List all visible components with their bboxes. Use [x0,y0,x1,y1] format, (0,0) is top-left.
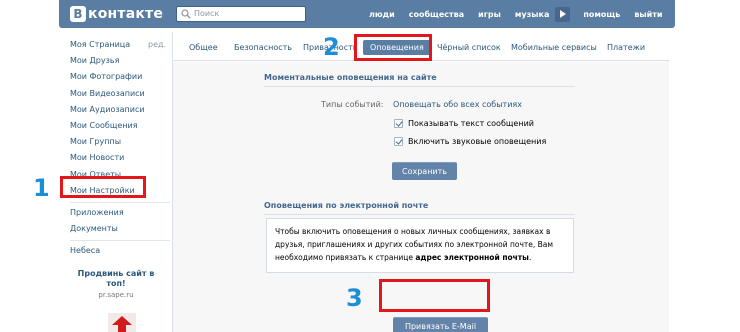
email-section-title: Оповещения по электронной почте [264,201,429,210]
highlight-notifications-tab [354,34,432,61]
step-number-2: 2 [323,33,340,61]
sidebar-item-groups[interactable]: Мои Группы [70,134,165,150]
tab-security[interactable]: Безопасность [234,43,292,52]
section-divider [264,86,575,87]
email-info-end: . [528,253,532,262]
search-icon [181,9,191,19]
tab-payments[interactable]: Платежи [607,43,645,52]
nav-logout[interactable]: выйти [634,10,662,19]
search-input[interactable]: Поиск [176,6,306,22]
top-nav: люди сообщества игры музыка помощь выйти [369,0,676,28]
email-info-bold: адрес электронной почты [415,253,529,262]
sidebar-item-friends[interactable]: Мои Друзья [70,53,165,69]
highlight-settings [60,176,146,198]
sidebar-item-documents[interactable]: Документы [70,221,165,237]
vk-logo-text: контакте [88,6,164,22]
promo-block[interactable]: Продвинь сайт в топ! pr.sape.ru [70,269,162,299]
nav-music[interactable]: музыка [515,10,549,19]
tab-general[interactable]: Общее [189,43,218,52]
play-icon[interactable] [555,6,571,22]
promo-title: Продвинь сайт в топ! [77,269,155,288]
sidebar-item-videos[interactable]: Мои Видеозаписи [70,86,165,102]
sidebar-item-audio[interactable]: Мои Аудиозаписи [70,102,165,118]
link-email-button[interactable]: Привязать E-Mail [393,317,488,332]
sidebar-item-photos[interactable]: Мои Фотографии [70,69,165,85]
sidebar-item-apps[interactable]: Приложения [70,205,165,221]
save-button[interactable]: Сохранить [392,162,457,180]
promo-site: pr.sape.ru [98,291,134,299]
promo-arrow-icon [108,313,136,332]
instant-section-title: Моментальные оповещения на сайте [264,73,437,82]
sidebar-item-news[interactable]: Мои Новости [70,150,165,166]
section-divider [264,214,575,215]
top-bar: В контакте Поиск люди сообщества игры му… [59,0,675,28]
sidebar-item-messages[interactable]: Мои Сообщения [70,118,165,134]
nav-communities[interactable]: сообщества [409,10,464,19]
step-number-3: 3 [346,284,363,312]
sidebar-item-heavens[interactable]: Небеса [70,243,165,259]
show-text-checkbox[interactable] [394,119,403,128]
sound-label: Включить звуковые оповещения [408,137,547,146]
show-text-label: Показывать текст сообщений [408,119,534,128]
highlight-link-email [379,279,490,312]
step-number-1: 1 [33,174,50,202]
event-types-label: Типы событий: [321,100,384,109]
vk-logo-mark: В [70,6,86,22]
tab-mobile[interactable]: Мобильные сервисы [511,43,597,52]
sound-checkbox[interactable] [394,137,403,146]
sidebar-edit-link[interactable]: ред. [148,37,166,53]
tab-blacklist[interactable]: Чёрный список [437,43,501,52]
search-placeholder: Поиск [194,9,220,18]
vk-logo[interactable]: В контакте [70,6,163,22]
nav-people[interactable]: люди [369,10,395,19]
sidebar-divider [70,201,170,203]
email-info-box: Чтобы включить оповещения о новых личных… [266,218,574,273]
nav-games[interactable]: игры [478,10,501,19]
sidebar-divider [70,240,170,242]
nav-help[interactable]: помощь [583,10,620,19]
event-types-dropdown[interactable]: Оповещать обо всех событиях [393,100,522,109]
sidebar: Моя Страница Мои Друзья Мои Фотографии М… [70,37,170,259]
